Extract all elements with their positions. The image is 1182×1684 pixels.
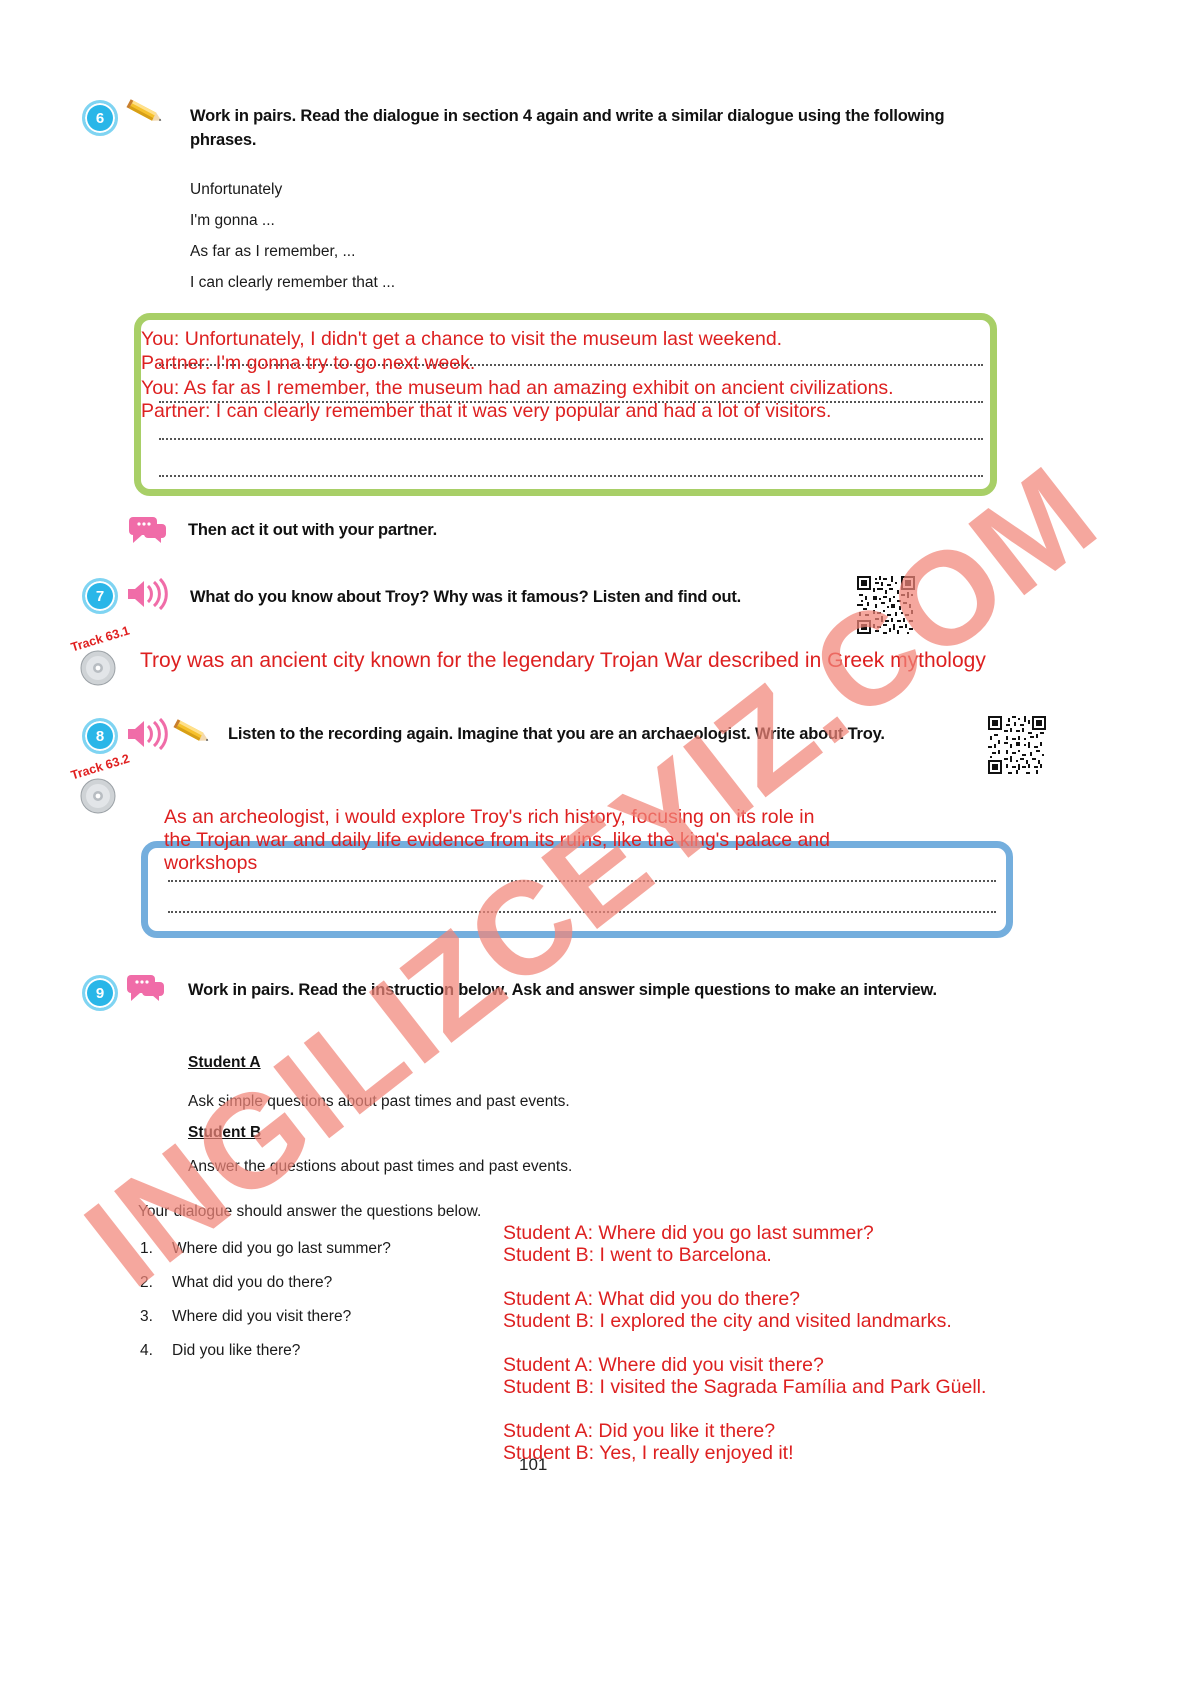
pencil-icon	[125, 98, 167, 128]
pencil-icon	[172, 718, 214, 748]
question-number: 4.	[140, 1342, 153, 1359]
question-number: 1.	[140, 1240, 153, 1257]
dialogue-line: Student A: Did you like it there?	[503, 1420, 776, 1442]
question-text: What did you do there?	[172, 1274, 333, 1291]
question-number: 3.	[140, 1308, 153, 1325]
question-text: Where did you go last summer?	[172, 1240, 391, 1257]
writing-line	[168, 911, 996, 913]
exercise-number-8: 8	[82, 718, 118, 754]
exercise-9-badge: 9	[82, 975, 118, 1011]
dialogue-line: Student A: Where did you go last summer?	[503, 1222, 874, 1244]
exercise-number-9: 9	[82, 975, 118, 1011]
speech-bubble-icon	[128, 516, 168, 544]
exercise-8-answer-box[interactable]	[141, 841, 1013, 938]
exercise-8-answer-line: As an archeologist, i would explore Troy…	[164, 806, 815, 828]
phrase-item: I can clearly remember that ...	[190, 274, 396, 291]
student-a-heading: Student A	[188, 1054, 261, 1071]
speech-bubble-icon	[126, 974, 166, 1002]
exercise-number-7: 7	[82, 578, 118, 614]
exercise-9-answer-dialogue: Student A: Where did you go last summer?…	[503, 1222, 986, 1464]
speaker-icon	[126, 718, 170, 750]
dialogue-line: Student B: I explored the city and visit…	[503, 1310, 952, 1332]
exercise-8-answer-line: workshops	[164, 852, 258, 874]
dialogue-spacer	[503, 1398, 986, 1420]
dialogue-spacer	[503, 1266, 986, 1288]
exercise-7-instruction: What do you know about Troy? Why was it …	[190, 588, 742, 606]
dialogue-line: Student B: Yes, I really enjoyed it!	[503, 1442, 794, 1464]
dialogue-line: Student B: I visited the Sagrada Família…	[503, 1376, 987, 1398]
phrase-item: I'm gonna ...	[190, 212, 275, 229]
exercise-6-answer-line: Partner: I'm gonna try to go next week.	[141, 352, 476, 374]
exercise-8-instruction: Listen to the recording again. Imagine t…	[228, 725, 885, 743]
phrase-item: Unfortunately	[190, 181, 283, 198]
writing-line	[168, 880, 996, 882]
cd-icon	[80, 650, 116, 686]
exercise-6-answer-line: You: As far as I remember, the museum ha…	[141, 377, 894, 399]
exercise-8-answer-line: the Trojan war and daily life evidence f…	[164, 829, 830, 851]
student-b-text: Answer the questions about past times an…	[188, 1158, 573, 1175]
qr-code-icon[interactable]	[988, 716, 1046, 774]
exercise-6-badge: 6	[82, 100, 118, 136]
exercise-9-instruction: Work in pairs. Read the instruction belo…	[188, 981, 937, 999]
exercise-6-answer-line: Partner: I can clearly remember that it …	[141, 400, 832, 422]
phrase-item: As far as I remember, ...	[190, 243, 356, 260]
exercise-6-instruction: Work in pairs. Read the dialogue in sect…	[190, 107, 945, 149]
question-item: 1. Where did you go last summer?	[140, 1232, 391, 1266]
worksheet-page: 6 Work in pairs. Read the dialogue in se…	[0, 0, 1182, 1684]
exercise-8-badge: 8	[82, 718, 118, 754]
exercise-6-answer-line: You: Unfortunately, I didn't get a chanc…	[141, 328, 783, 350]
question-number: 2.	[140, 1274, 153, 1291]
question-item: 2. What did you do there?	[140, 1266, 391, 1300]
question-text: Did you like there?	[172, 1342, 301, 1359]
question-item: 3. Where did you visit there?	[140, 1300, 391, 1334]
exercise-7-badge: 7	[82, 578, 118, 614]
exercise-number-6: 6	[82, 100, 118, 136]
qr-code-icon[interactable]	[857, 576, 915, 634]
writing-line	[159, 475, 983, 477]
cd-icon	[80, 778, 116, 814]
dialogue-line: Student B: I went to Barcelona.	[503, 1244, 772, 1266]
track-63-2: Track 63.2	[69, 751, 164, 818]
writing-line	[159, 438, 983, 440]
exercise-9-question-list: 1. Where did you go last summer? 2. What…	[140, 1232, 391, 1368]
dialogue-line: Student A: Where did you visit there?	[503, 1354, 824, 1376]
student-b-heading: Student B	[188, 1124, 262, 1141]
exercise-9-lead-in: Your dialogue should answer the question…	[138, 1203, 482, 1220]
dialogue-line: Student A: What did you do there?	[503, 1288, 801, 1310]
question-item: 4. Did you like there?	[140, 1334, 391, 1368]
student-a-text: Ask simple questions about past times an…	[188, 1093, 570, 1110]
question-text: Where did you visit there?	[172, 1308, 352, 1325]
dialogue-spacer	[503, 1332, 986, 1354]
exercise-7-answer: Troy was an ancient city known for the l…	[140, 649, 986, 672]
exercise-6-followup-text: Then act it out with your partner.	[188, 521, 437, 539]
speaker-icon	[126, 578, 170, 610]
